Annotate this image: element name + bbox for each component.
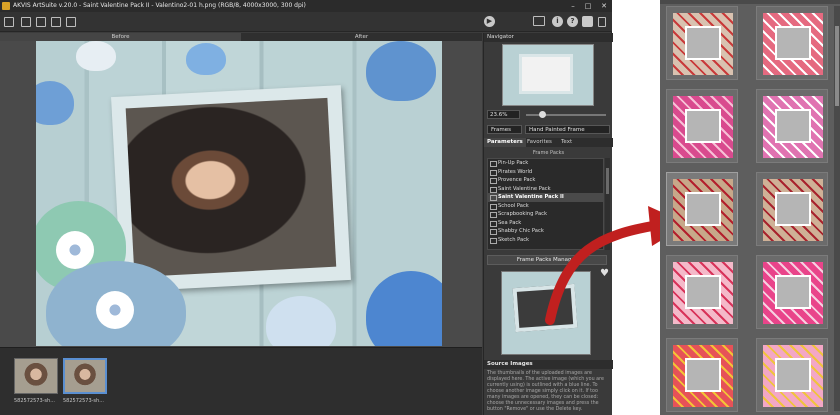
gallery-scrollbar[interactable] <box>834 6 840 411</box>
frame-art <box>763 96 823 158</box>
run-icon[interactable]: ▶ <box>484 16 495 27</box>
settings-icon[interactable] <box>582 16 593 27</box>
photo-frame <box>111 85 351 292</box>
title-bar: AKVIS ArtSuite v.20.0 - Saint Valentine … <box>0 0 612 12</box>
tab-before[interactable]: Before <box>0 33 241 41</box>
frame-photo-area <box>775 358 811 392</box>
close-button[interactable]: ✕ <box>597 1 611 11</box>
batch-icon[interactable] <box>533 16 545 26</box>
framed-photo <box>36 41 442 346</box>
flower-decoration <box>56 231 94 269</box>
frame-tile-pink-gradient-frame[interactable] <box>756 255 828 329</box>
frame-pack-item[interactable]: Provence Pack <box>488 176 603 185</box>
blue-heart-decoration <box>186 43 226 75</box>
image-canvas[interactable] <box>0 41 482 347</box>
effect-category-select[interactable]: Frames <box>487 125 522 134</box>
source-images-strip: 582572573-sh... 582572573-sh... <box>0 347 482 415</box>
source-images-header: Source Images <box>484 360 613 369</box>
info-icon[interactable]: i <box>552 16 563 27</box>
save-as-icon[interactable] <box>36 17 46 27</box>
frame-packs-title: Frame Packs <box>532 150 565 156</box>
frame-photo-area <box>775 26 811 60</box>
frame-art <box>673 345 733 407</box>
source-images-help-text: The thumbnails of the uploaded images ar… <box>487 371 604 412</box>
notification-icon[interactable] <box>598 17 606 27</box>
image-thumbnail[interactable] <box>63 358 107 394</box>
share-icon[interactable] <box>66 17 76 27</box>
window-title: AKVIS ArtSuite v.20.0 - Saint Valentine … <box>13 2 306 9</box>
couple-photo <box>125 97 337 278</box>
thumbnail-label: 582572573-sh... <box>14 398 55 404</box>
frame-photo-area <box>685 109 721 143</box>
minimize-button[interactable]: – <box>566 1 580 11</box>
toolbar: ▶ i ? <box>0 12 612 32</box>
frame-photo-area <box>685 275 721 309</box>
frame-tile-polka-hearts-frame[interactable] <box>756 338 828 412</box>
help-icon[interactable]: ? <box>567 16 578 27</box>
parameter-tabs: Parameters Favorites Text <box>484 138 613 147</box>
app-logo-icon <box>2 2 10 10</box>
image-thumbnail[interactable] <box>14 358 58 394</box>
maximize-button[interactable]: □ <box>581 1 595 11</box>
frame-art <box>673 13 733 75</box>
print-icon[interactable] <box>51 17 61 27</box>
frame-art <box>763 262 823 324</box>
tab-favorites[interactable]: Favorites <box>524 138 555 147</box>
frame-art <box>673 96 733 158</box>
frame-photo-area <box>775 192 811 226</box>
frame-art <box>763 345 823 407</box>
navigator-preview[interactable] <box>502 44 594 106</box>
frame-tile-hearts-yellow-frame[interactable] <box>666 338 738 412</box>
tab-after[interactable]: After <box>241 33 482 41</box>
frame-tile-love-blocks-frame[interactable] <box>666 6 738 80</box>
frame-photo-area <box>775 109 811 143</box>
zoom-field[interactable]: 23.6% <box>487 110 520 119</box>
zoom-slider[interactable] <box>526 114 606 116</box>
frame-template-gallery <box>660 0 840 415</box>
frame-photo-area <box>685 358 721 392</box>
frame-tile-floral-pink-frame[interactable] <box>666 255 738 329</box>
frame-tile-gingham-hearts-frame[interactable] <box>756 6 828 80</box>
white-heart-decoration <box>76 41 116 71</box>
frame-art <box>763 179 823 241</box>
blue-heart-decoration <box>36 81 74 125</box>
frame-photo-area <box>685 26 721 60</box>
tab-parameters[interactable]: Parameters <box>484 138 526 147</box>
zoom-slider-handle[interactable] <box>539 111 546 118</box>
frame-tile-pink-roses-frame[interactable] <box>666 89 738 163</box>
frame-photo-area <box>685 192 721 226</box>
artsuite-window: AKVIS ArtSuite v.20.0 - Saint Valentine … <box>0 0 613 415</box>
frame-tile-love-letters-frame[interactable] <box>756 172 828 246</box>
view-tabs: Before After <box>0 33 482 41</box>
frame-art <box>673 179 733 241</box>
blue-heart-decoration <box>366 41 436 101</box>
frame-pack-item[interactable]: Pirates World <box>488 168 603 177</box>
frame-tile-pink-love-frame[interactable] <box>756 89 828 163</box>
save-icon[interactable] <box>21 17 31 27</box>
flower-decoration <box>96 291 134 329</box>
white-heart-decoration <box>266 296 336 346</box>
frame-photo-area <box>775 275 811 309</box>
frame-pack-item[interactable]: Pin-Up Pack <box>488 159 603 168</box>
blue-heart-decoration <box>366 271 442 346</box>
navigator-header: Navigator <box>484 33 613 42</box>
tab-text[interactable]: Text <box>558 138 575 147</box>
frame-art <box>673 262 733 324</box>
frame-tile-scrabble-love-frame[interactable] <box>666 172 738 246</box>
thumbnail-label: 582572573-sh... <box>63 398 104 404</box>
open-icon[interactable] <box>4 17 14 27</box>
frame-art <box>763 13 823 75</box>
frame-style-select[interactable]: Hand Painted Frame <box>525 125 610 134</box>
